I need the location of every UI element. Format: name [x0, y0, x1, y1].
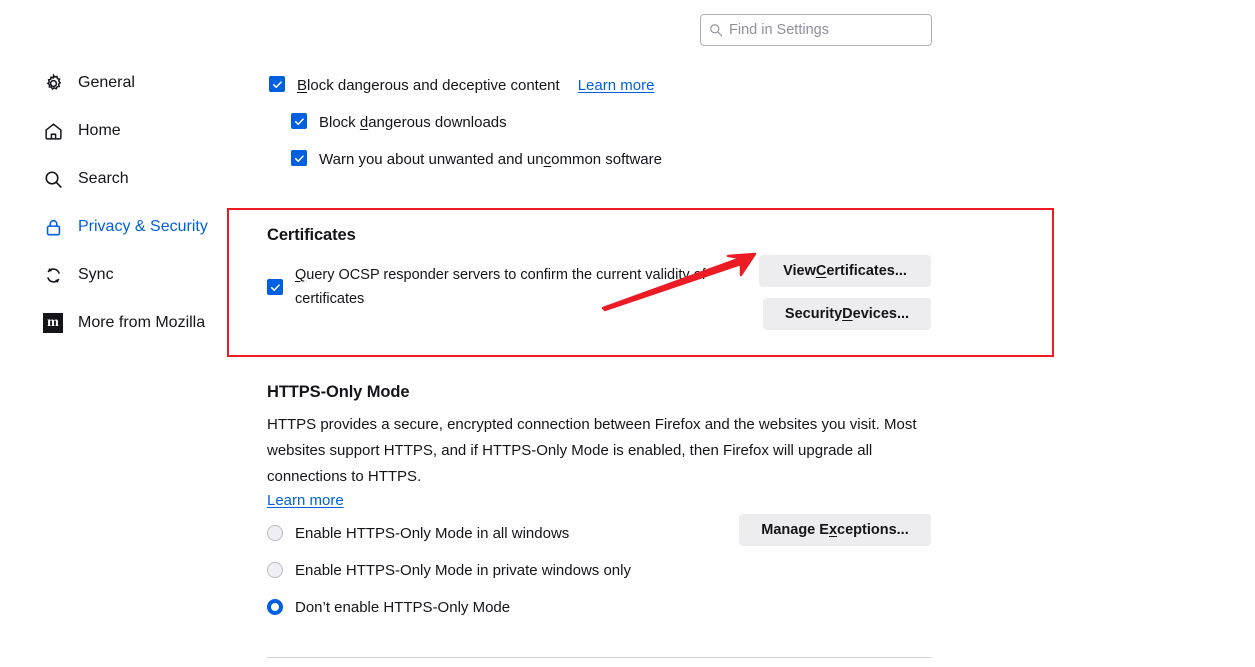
radio-disabled[interactable]	[267, 599, 283, 615]
ocsp-label: Query OCSP responder servers to confirm …	[295, 263, 765, 311]
button-text-after: ceptions...	[837, 522, 909, 538]
search-box[interactable]	[700, 14, 932, 46]
radio-private-windows[interactable]	[267, 562, 283, 578]
https-only-learn-more-row: Learn more	[267, 492, 967, 510]
block-dangerous-downloads-row: Block dangerous downloads	[291, 113, 507, 133]
sidebar-item-label: Privacy & Security	[78, 218, 208, 235]
manage-exceptions-button[interactable]: Manage Ex ceptions...	[739, 514, 931, 546]
view-certificates-button[interactable]: View Certificates...	[759, 255, 931, 287]
sidebar-item-sync[interactable]: Sync	[42, 260, 242, 290]
block-dangerous-downloads-checkbox[interactable]	[291, 113, 307, 129]
sidebar-item-home[interactable]: Home	[42, 116, 242, 146]
radio-label: Enable HTTPS-Only Mode in all windows	[295, 524, 570, 542]
sidebar-item-label: Search	[78, 170, 129, 187]
search-input[interactable]	[729, 22, 923, 38]
button-text-after: evices...	[852, 306, 910, 322]
settings-page: General Home Search	[0, 0, 1255, 667]
radio-all-windows[interactable]	[267, 525, 283, 541]
block-dangerous-content-label: Block dangerous and deceptive content	[297, 76, 560, 96]
label-text-after: ommon software	[551, 151, 662, 168]
button-text-before: View	[783, 263, 816, 279]
https-only-option-private-windows[interactable]: Enable HTTPS-Only Mode in private window…	[267, 556, 967, 584]
label-text-after: angerous downloads	[368, 114, 507, 131]
accesskey-char: C	[815, 263, 827, 279]
accesskey-char: D	[842, 306, 853, 322]
sidebar-item-more-from-mozilla[interactable]: m More from Mozilla	[42, 308, 242, 338]
warn-unwanted-software-label: Warn you about unwanted and uncommon sof…	[319, 150, 662, 170]
accesskey-char: B	[297, 77, 308, 94]
home-icon	[42, 120, 64, 142]
sidebar-item-label: More from Mozilla	[78, 314, 206, 331]
https-only-option-disabled[interactable]: Don’t enable HTTPS-Only Mode	[267, 593, 967, 621]
warn-unwanted-software-row: Warn you about unwanted and uncommon sof…	[291, 150, 662, 170]
https-only-learn-more-link[interactable]: Learn more	[267, 492, 344, 509]
accesskey-char: Q	[295, 267, 307, 283]
radio-label: Enable HTTPS-Only Mode in private window…	[295, 561, 631, 579]
sidebar-item-label: Home	[78, 122, 121, 139]
section-divider	[267, 657, 932, 658]
block-dangerous-content-checkbox[interactable]	[269, 76, 285, 92]
settings-sidebar: General Home Search Privacy & Security S…	[42, 68, 242, 356]
sidebar-item-label: General	[78, 74, 135, 91]
search-icon	[42, 168, 64, 190]
button-text-after: ertificates...	[826, 263, 907, 279]
warn-unwanted-software-checkbox[interactable]	[291, 150, 307, 166]
mozilla-m-icon: m	[42, 312, 64, 334]
certificates-heading: Certificates	[267, 226, 356, 244]
radio-label: Don’t enable HTTPS-Only Mode	[295, 598, 511, 616]
https-only-heading: HTTPS-Only Mode	[267, 383, 410, 401]
sync-icon	[42, 264, 64, 286]
mozilla-badge-letter: m	[43, 313, 63, 333]
find-in-settings	[700, 14, 932, 46]
block-dangerous-content-row: Block dangerous and deceptive content Le…	[269, 76, 654, 96]
ocsp-checkbox[interactable]	[267, 279, 283, 295]
sidebar-item-label: Sync	[78, 266, 114, 283]
block-dangerous-learn-more-link[interactable]: Learn more	[578, 76, 655, 96]
security-devices-button[interactable]: Security Devices...	[763, 298, 931, 330]
https-only-description: HTTPS provides a secure, encrypted conne…	[267, 416, 917, 485]
block-dangerous-downloads-label: Block dangerous downloads	[319, 113, 507, 133]
button-text-before: Manage E	[761, 522, 829, 538]
sidebar-item-general[interactable]: General	[42, 68, 242, 98]
accesskey-char: x	[828, 522, 838, 538]
lock-icon	[42, 216, 64, 238]
label-text-before: Warn you about unwanted and un	[319, 151, 544, 168]
accesskey-char: c	[543, 151, 552, 168]
button-text-before: Security	[784, 306, 843, 322]
label-text-before: Block	[319, 114, 360, 131]
search-icon	[709, 23, 723, 37]
label-text: uery OCSP responder servers to confirm t…	[295, 267, 706, 307]
https-only-mode-section: HTTPS-Only Mode HTTPS provides a secure,…	[267, 383, 967, 621]
sidebar-item-search[interactable]: Search	[42, 164, 242, 194]
accesskey-char: d	[359, 114, 369, 131]
label-text: lock dangerous and deceptive content	[307, 77, 560, 94]
gear-icon	[42, 72, 64, 94]
sidebar-item-privacy-security[interactable]: Privacy & Security	[42, 212, 242, 242]
